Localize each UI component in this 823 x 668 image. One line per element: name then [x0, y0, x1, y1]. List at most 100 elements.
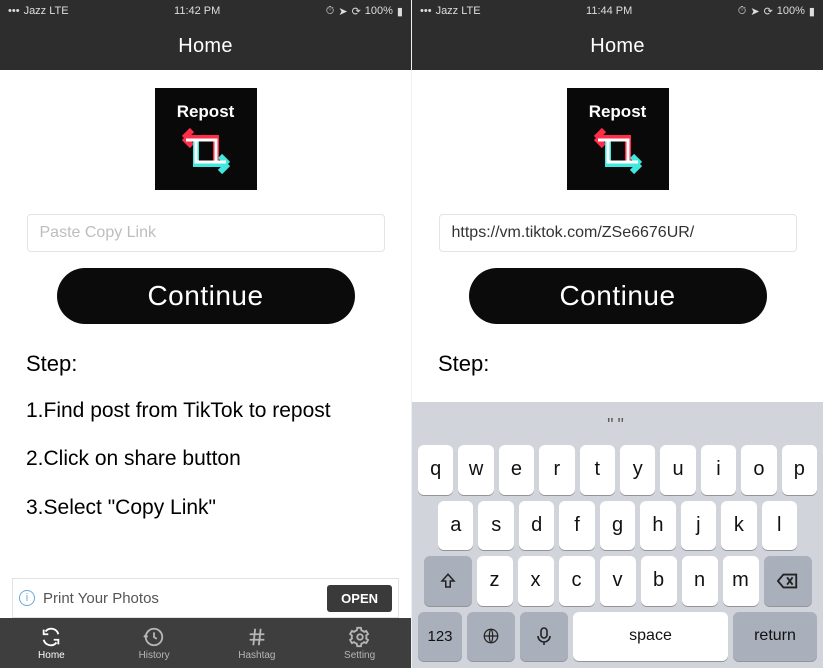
alarm-icon: ⏱ [326, 5, 335, 18]
shift-key[interactable] [424, 556, 472, 606]
return-key[interactable]: return [733, 612, 817, 662]
key-a[interactable]: a [438, 501, 473, 551]
backspace-key[interactable] [764, 556, 812, 606]
signal-dots-icon: ••• [420, 5, 432, 17]
tab-history[interactable]: History [103, 618, 206, 668]
tab-label: History [139, 650, 170, 661]
continue-button[interactable]: Continue [469, 268, 767, 324]
steps-heading: Step: [438, 348, 489, 380]
key-x[interactable]: x [518, 556, 554, 606]
gear-icon [349, 626, 371, 648]
key-t[interactable]: t [580, 445, 615, 495]
clock-label: 11:44 PM [586, 5, 632, 17]
repost-logo: Repost [155, 88, 257, 190]
keyboard-row-3: z x c v b n m [416, 553, 819, 609]
key-g[interactable]: g [600, 501, 635, 551]
step-3: 3.Select "Copy Link" [26, 493, 331, 523]
keyboard-row-4: 123 space return [416, 609, 819, 665]
ios-keyboard: "" q w e r t y u i o p a s d f g h j k l [412, 402, 823, 668]
link-input[interactable] [439, 214, 797, 252]
numbers-key[interactable]: 123 [418, 612, 462, 662]
tab-home[interactable]: Home [0, 618, 103, 668]
key-p[interactable]: p [782, 445, 817, 495]
clock-label: 11:42 PM [174, 5, 220, 17]
refresh-icon [40, 626, 62, 648]
repost-arrows-icon [587, 126, 649, 176]
hash-icon [246, 626, 268, 648]
link-input[interactable] [27, 214, 385, 252]
steps-block: Step: [438, 348, 489, 396]
key-y[interactable]: y [620, 445, 655, 495]
keyboard-prediction[interactable]: "" [416, 408, 819, 442]
key-l[interactable]: l [762, 501, 797, 551]
mic-key[interactable] [520, 612, 568, 662]
key-b[interactable]: b [641, 556, 677, 606]
ad-text: Print Your Photos [43, 590, 159, 607]
battery-label: 100% [365, 5, 393, 17]
repost-logo-label: Repost [589, 102, 647, 122]
key-w[interactable]: w [458, 445, 493, 495]
tab-bar: Home History Hashtag Setting [0, 618, 411, 668]
globe-key[interactable] [467, 612, 515, 662]
mic-icon [537, 627, 551, 645]
signal-dots-icon: ••• [8, 5, 20, 17]
tab-setting[interactable]: Setting [308, 618, 411, 668]
key-e[interactable]: e [499, 445, 534, 495]
shift-icon [439, 572, 457, 590]
location-icon: ➤ [750, 5, 759, 18]
battery-label: 100% [777, 5, 805, 17]
backspace-icon [777, 572, 799, 590]
steps-heading: Step: [26, 348, 331, 380]
step-1: 1.Find post from TikTok to repost [26, 396, 331, 426]
key-f[interactable]: f [559, 501, 594, 551]
key-q[interactable]: q [418, 445, 453, 495]
key-r[interactable]: r [539, 445, 574, 495]
page-title: Home [178, 35, 233, 58]
rotation-lock-icon: ⟳ [764, 5, 773, 18]
phone-left: ••• Jazz LTE 11:42 PM ⏱ ➤ ⟳ 100% ▮ Home … [0, 0, 411, 668]
status-bar: ••• Jazz LTE 11:44 PM ⏱ ➤ ⟳ 100% ▮ [412, 0, 823, 22]
globe-icon [482, 627, 500, 645]
key-k[interactable]: k [721, 501, 756, 551]
navbar: Home [0, 22, 411, 70]
location-icon: ➤ [338, 5, 347, 18]
carrier-label: Jazz LTE [24, 5, 69, 17]
repost-logo: Repost [567, 88, 669, 190]
alarm-icon: ⏱ [738, 5, 747, 18]
key-d[interactable]: d [519, 501, 554, 551]
tab-label: Setting [344, 650, 375, 661]
keyboard-row-2: a s d f g h j k l [416, 498, 819, 554]
battery-icon: ▮ [809, 5, 815, 18]
page-title: Home [590, 35, 645, 58]
key-m[interactable]: m [723, 556, 759, 606]
space-key[interactable]: space [573, 612, 728, 662]
tab-hashtag[interactable]: Hashtag [206, 618, 309, 668]
key-v[interactable]: v [600, 556, 636, 606]
repost-logo-label: Repost [177, 102, 235, 122]
continue-button[interactable]: Continue [57, 268, 355, 324]
ad-open-button[interactable]: OPEN [327, 585, 392, 612]
carrier-label: Jazz LTE [436, 5, 481, 17]
key-u[interactable]: u [660, 445, 695, 495]
battery-icon: ▮ [397, 5, 403, 18]
history-icon [143, 626, 165, 648]
rotation-lock-icon: ⟳ [352, 5, 361, 18]
keyboard-row-1: q w e r t y u i o p [416, 442, 819, 498]
key-s[interactable]: s [478, 501, 513, 551]
steps-block: Step: 1.Find post from TikTok to repost … [26, 348, 331, 541]
key-j[interactable]: j [681, 501, 716, 551]
key-o[interactable]: o [741, 445, 776, 495]
ad-banner[interactable]: i Print Your Photos OPEN [12, 578, 399, 618]
key-i[interactable]: i [701, 445, 736, 495]
phone-right: ••• Jazz LTE 11:44 PM ⏱ ➤ ⟳ 100% ▮ Home … [412, 0, 823, 668]
key-h[interactable]: h [640, 501, 675, 551]
status-bar: ••• Jazz LTE 11:42 PM ⏱ ➤ ⟳ 100% ▮ [0, 0, 411, 22]
tab-label: Hashtag [238, 650, 275, 661]
step-2: 2.Click on share button [26, 444, 331, 474]
key-n[interactable]: n [682, 556, 718, 606]
key-z[interactable]: z [477, 556, 513, 606]
info-icon: i [19, 590, 35, 606]
tab-label: Home [38, 650, 65, 661]
repost-arrows-icon [175, 126, 237, 176]
key-c[interactable]: c [559, 556, 595, 606]
